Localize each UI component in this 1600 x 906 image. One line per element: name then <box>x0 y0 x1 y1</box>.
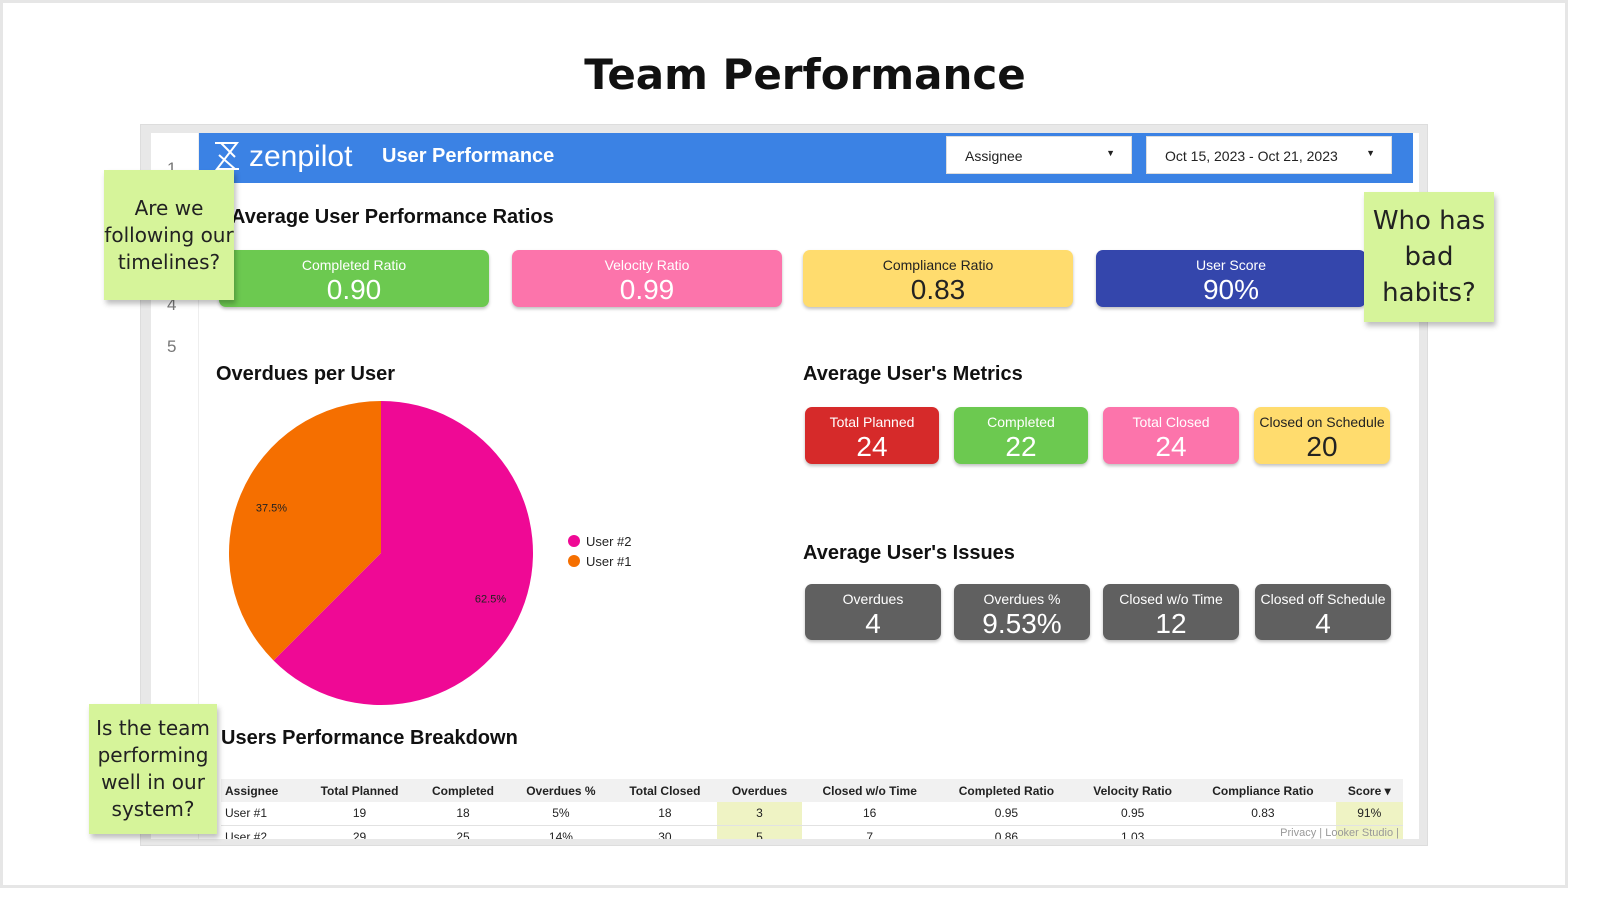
kpi-label: Total Planned <box>829 414 915 430</box>
kpi-value: 4 <box>1315 608 1331 639</box>
kpi-label: User Score <box>1195 257 1267 273</box>
kpi-value: 0.99 <box>619 274 675 305</box>
table-cell: 91% <box>1335 802 1403 826</box>
sticky-note-habits: Who has bad habits? <box>1364 192 1494 322</box>
table-cell: 1.03 <box>1075 825 1191 839</box>
column-header[interactable]: Completed <box>416 779 510 802</box>
table-cell: 16 <box>801 802 938 826</box>
column-header[interactable]: Closed w/o Time <box>801 779 938 802</box>
row-number: 5 <box>167 337 177 356</box>
table-title: Users Performance Breakdown <box>221 727 518 749</box>
column-header[interactable]: Overdues <box>717 779 802 802</box>
kpi-label: Overdues <box>842 591 904 607</box>
caret-down-icon: ▼ <box>1366 148 1375 158</box>
ratios-title: Average User Performance Ratios <box>231 206 554 228</box>
kpi-label: Closed off Schedule <box>1260 591 1386 607</box>
table-cell: 5% <box>509 802 613 826</box>
kpi-label: Compliance Ratio <box>882 257 994 273</box>
kpi-card: Closed off Schedule 4 <box>1255 584 1391 640</box>
pie-data-label: 37.5% <box>256 503 287 515</box>
table-cell: 0.95 <box>937 802 1076 826</box>
table-cell: User #2 <box>221 825 303 839</box>
overdues-pie-chart: 62.5% 37.5% <box>229 401 533 705</box>
caret-down-icon: ▼ <box>1106 148 1115 158</box>
kpi-value: 12 <box>1155 608 1187 639</box>
kpi-value: 4 <box>865 608 881 639</box>
kpi-card: Overdues % 9.53% <box>954 584 1090 640</box>
kpi-label: Overdues % <box>983 591 1061 607</box>
date-range-picker[interactable]: Oct 15, 2023 - Oct 21, 2023 ▼ <box>1146 136 1392 174</box>
table-cell: 18 <box>612 802 718 826</box>
kpi-card: Overdues 4 <box>805 584 941 640</box>
performance-table: Assignee Total Planned Completed Overdues %… <box>221 779 1403 839</box>
overdues-title: Overdues per User <box>216 363 395 385</box>
kpi-label: Completed <box>987 414 1055 430</box>
footer-links[interactable]: Privacy | Looker Studio | <box>1280 827 1399 839</box>
kpi-value: 9.53% <box>982 608 1062 639</box>
table-cell: 30 <box>612 825 718 839</box>
column-header[interactable]: Total Planned <box>302 779 417 802</box>
table-cell: 0.95 <box>1075 802 1191 826</box>
table-cell: 19 <box>302 802 417 826</box>
table-cell: 7 <box>801 825 938 839</box>
kpi-label: Completed Ratio <box>301 257 407 273</box>
kpi-card: Completed Ratio 0.90 <box>219 250 489 307</box>
assignee-dropdown[interactable]: Assignee ▼ <box>946 136 1132 174</box>
table-cell: 14% <box>509 825 613 839</box>
column-header[interactable]: Total Closed <box>612 779 718 802</box>
table-cell: 5 <box>717 825 802 839</box>
kpi-value: 24 <box>856 431 888 462</box>
column-header[interactable]: Velocity Ratio <box>1075 779 1191 802</box>
kpi-label: Closed on Schedule <box>1259 414 1385 430</box>
kpi-card: Closed w/o Time 12 <box>1103 584 1239 640</box>
metrics-title: Average User's Metrics <box>803 363 1023 385</box>
table-cell: 3 <box>717 802 802 826</box>
kpi-card: Closed on Schedule 20 <box>1254 407 1390 464</box>
column-header[interactable]: Completed Ratio <box>937 779 1076 802</box>
table-row: User #2 29 25 14% 30 5 7 0.86 1.03 <box>221 825 1403 839</box>
kpi-card: Total Closed 24 <box>1103 407 1239 464</box>
kpi-value: 90% <box>1202 274 1260 305</box>
kpi-card: Total Planned 24 <box>805 407 939 464</box>
table-row: User #1 19 18 5% 18 3 16 0.95 0.95 0.83 91% <box>221 802 1403 826</box>
page-title: Team Performance <box>584 50 1026 99</box>
legend-item: User #2 <box>568 531 632 551</box>
kpi-card: Completed 22 <box>954 407 1088 464</box>
report-title: User Performance <box>382 145 555 167</box>
kpi-label: Total Closed <box>1132 414 1210 430</box>
column-header[interactable]: Overdues % <box>509 779 613 802</box>
pie-data-label: 62.5% <box>475 593 506 605</box>
table-cell: User #1 <box>221 802 303 826</box>
sticky-note-system: Is the team performing well in our syste… <box>89 704 217 834</box>
column-header[interactable]: Assignee <box>221 779 303 802</box>
kpi-label: Closed w/o Time <box>1119 591 1223 607</box>
table-cell: 25 <box>416 825 510 839</box>
kpi-card: Compliance Ratio 0.83 <box>803 250 1073 307</box>
column-header[interactable]: Compliance Ratio <box>1190 779 1336 802</box>
kpi-value: 24 <box>1155 431 1187 462</box>
kpi-label: Velocity Ratio <box>604 257 690 273</box>
report-header: zenpilot User Performance Assignee ▼ Oct … <box>199 133 1413 183</box>
dashboard-panel: 1 4 5 zenpilot User Performance Assignee… <box>140 124 1428 846</box>
table-cell: 0.83 <box>1190 802 1336 826</box>
kpi-value: 20 <box>1306 431 1338 462</box>
table-cell: 18 <box>416 802 510 826</box>
kpi-value: 0.83 <box>910 274 966 305</box>
legend-item: User #1 <box>568 551 632 571</box>
table-cell: 29 <box>302 825 417 839</box>
kpi-card: User Score 90% <box>1096 250 1366 307</box>
pie-legend: User #2 User #1 <box>568 531 632 571</box>
table-cell: 0.86 <box>937 825 1076 839</box>
sticky-note-timelines: Are we following our timelines? <box>104 170 234 300</box>
column-header[interactable]: Score ▾ <box>1335 779 1403 802</box>
issues-title: Average User's Issues <box>803 542 1015 564</box>
kpi-value: 22 <box>1005 431 1037 462</box>
kpi-card: Velocity Ratio 0.99 <box>512 250 782 307</box>
kpi-value: 0.90 <box>326 274 382 305</box>
